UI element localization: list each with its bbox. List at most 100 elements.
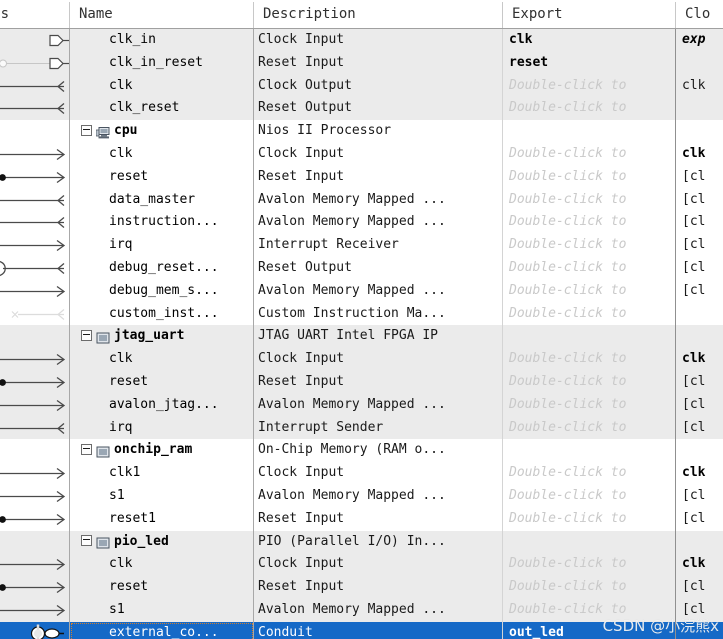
connection-cell[interactable]	[0, 576, 70, 599]
name-cell[interactable]: reset	[71, 166, 254, 189]
export-cell[interactable]: Double-click to	[504, 508, 676, 531]
table-row[interactable]: onchip_ram On-Chip Memory (RAM o...	[0, 439, 723, 463]
table-row[interactable]: clk_in Clock Input clk exp	[0, 29, 723, 52]
expand-collapse-toggle-icon[interactable]	[81, 535, 92, 547]
table-row[interactable]: custom_inst... Custom Instruction Ma... Do…	[0, 302, 723, 326]
name-cell[interactable]: s1	[71, 599, 254, 622]
clock-cell[interactable]: clk	[677, 553, 723, 576]
name-cell[interactable]: s1	[71, 485, 254, 508]
connection-cell[interactable]	[0, 531, 70, 554]
export-cell[interactable]: reset	[504, 52, 676, 75]
name-cell[interactable]: external_co...	[71, 622, 254, 639]
name-cell[interactable]: onchip_ram	[71, 439, 254, 462]
connection-cell[interactable]	[0, 120, 70, 143]
export-cell[interactable]: Double-click to	[504, 371, 676, 394]
clock-cell[interactable]: [cl	[677, 211, 723, 234]
name-cell[interactable]: cpu	[71, 120, 254, 143]
clock-cell[interactable]	[677, 52, 723, 75]
name-cell[interactable]: reset	[71, 576, 254, 599]
export-cell[interactable]	[504, 120, 676, 143]
table-row[interactable]: clk Clock Input Double-click to clk	[0, 348, 723, 371]
line-right-arrow-icon[interactable]	[0, 240, 70, 257]
export-cell[interactable]: Double-click to	[504, 303, 676, 326]
connection-cell[interactable]	[0, 303, 70, 326]
clock-cell[interactable]: clk	[677, 348, 723, 371]
clock-cell[interactable]: clk	[677, 143, 723, 166]
table-row[interactable]: avalon_jtag... Avalon Memory Mapped ... Do…	[0, 393, 723, 417]
line-right-arrow-dot-icon[interactable]	[0, 513, 70, 531]
connection-cell[interactable]	[0, 166, 70, 189]
name-cell[interactable]: data_master	[71, 189, 254, 212]
clock-cell[interactable]: clk	[677, 462, 723, 485]
clock-cell[interactable]	[677, 97, 723, 120]
name-cell[interactable]: irq	[71, 234, 254, 257]
clock-cell[interactable]: [cl	[677, 189, 723, 212]
line-right-arrow-icon[interactable]	[0, 354, 70, 371]
connection-cell[interactable]	[0, 143, 70, 166]
export-cell[interactable]: Double-click to	[504, 166, 676, 189]
connection-cell[interactable]	[0, 325, 70, 348]
name-cell[interactable]: jtag_uart	[71, 325, 254, 348]
clock-cell[interactable]: [cl	[677, 166, 723, 189]
name-cell[interactable]: clk	[71, 348, 254, 371]
export-cell[interactable]: Double-click to	[504, 97, 676, 120]
connection-cell[interactable]	[0, 462, 70, 485]
table-row[interactable]: instruction... Avalon Memory Mapped ... Do…	[0, 211, 723, 235]
line-right-arrow-dot-icon[interactable]	[0, 582, 70, 599]
export-cell[interactable]: Double-click to	[504, 234, 676, 257]
name-cell[interactable]: reset1	[71, 508, 254, 531]
table-row[interactable]: clk_reset Reset Output Double-click to	[0, 97, 723, 121]
clock-cell[interactable]: [cl	[677, 417, 723, 440]
clock-cell[interactable]: exp	[677, 29, 723, 52]
expand-collapse-toggle-icon[interactable]	[81, 330, 92, 342]
export-cell[interactable]: Double-click to	[504, 553, 676, 576]
connection-cell[interactable]	[0, 29, 70, 52]
line-right-arrow-icon[interactable]	[0, 604, 70, 622]
name-cell[interactable]: clk	[71, 553, 254, 576]
connection-cell[interactable]	[0, 553, 70, 576]
table-row[interactable]: debug_mem_s... Avalon Memory Mapped ... Do…	[0, 279, 723, 303]
line-right-arrow-icon[interactable]	[0, 468, 70, 485]
table-body[interactable]: clk_in Clock Input clk exp clk_in_reset Reset…	[0, 29, 723, 639]
connection-cell[interactable]	[0, 189, 70, 212]
line-right-arrow-icon[interactable]	[0, 148, 70, 166]
table-row[interactable]: clk Clock Input Double-click to clk	[0, 142, 723, 166]
name-cell[interactable]: instruction...	[71, 211, 254, 234]
line-right-arrow-dot-icon[interactable]	[0, 376, 70, 394]
clock-cell[interactable]: [cl	[677, 234, 723, 257]
name-cell[interactable]: pio_led	[71, 531, 254, 554]
name-cell[interactable]: avalon_jtag...	[71, 394, 254, 417]
table-row[interactable]: jtag_uart JTAG UART Intel FPGA IP	[0, 325, 723, 349]
table-row[interactable]: reset Reset Input Double-click to [cl	[0, 576, 723, 599]
connection-cell[interactable]	[0, 417, 70, 440]
export-cell[interactable]: Double-click to	[504, 257, 676, 280]
connection-cell[interactable]	[0, 394, 70, 417]
conduit-connector-icon[interactable]	[0, 624, 70, 639]
line-left-arrow-curve-icon[interactable]	[0, 260, 70, 280]
port-out-pentagon-icon[interactable]	[0, 34, 70, 52]
export-cell[interactable]: Double-click to	[504, 485, 676, 508]
export-cell[interactable]: clk	[504, 29, 676, 52]
table-row[interactable]: reset Reset Input Double-click to [cl	[0, 370, 723, 394]
connection-cell[interactable]	[0, 75, 70, 98]
name-cell[interactable]: clk	[71, 75, 254, 98]
clock-cell[interactable]: [cl	[677, 508, 723, 531]
export-cell[interactable]: Double-click to	[504, 462, 676, 485]
table-row[interactable]: clk1 Clock Input Double-click to clk	[0, 462, 723, 485]
line-right-arrow-dot-icon[interactable]	[0, 171, 70, 189]
line-right-arrow-icon[interactable]	[0, 559, 70, 576]
clock-cell[interactable]	[677, 439, 723, 462]
connection-cell[interactable]	[0, 234, 70, 257]
connection-cell[interactable]	[0, 439, 70, 462]
table-row[interactable]: clk Clock Input Double-click to clk	[0, 553, 723, 577]
export-cell[interactable]: Double-click to	[504, 417, 676, 440]
export-cell[interactable]: Double-click to	[504, 348, 676, 371]
export-cell[interactable]	[504, 439, 676, 462]
column-header-description[interactable]: Description	[255, 0, 502, 28]
table-row[interactable]: reset1 Reset Input Double-click to [cl	[0, 507, 723, 531]
connection-cell[interactable]	[0, 97, 70, 120]
table-row[interactable]: reset Reset Input Double-click to [cl	[0, 165, 723, 189]
table-row[interactable]: s1 Avalon Memory Mapped ... Double-click t…	[0, 484, 723, 508]
port-out-pentagon-tap-icon[interactable]	[0, 57, 70, 75]
column-header-name[interactable]: Name	[71, 0, 253, 28]
